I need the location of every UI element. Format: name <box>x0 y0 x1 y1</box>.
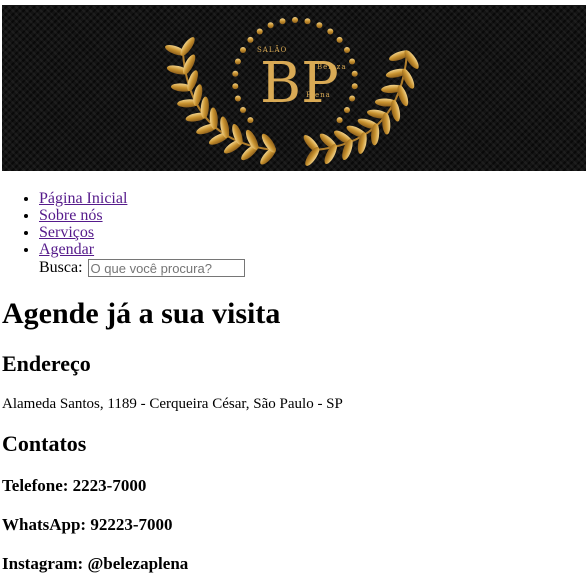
phone-contact: Telefone: 2223-7000 <box>2 476 147 495</box>
bead-dot <box>240 107 246 113</box>
nav-item-home: Página Inicial <box>39 190 127 207</box>
bead-dot <box>232 83 239 90</box>
main-navigation: Página Inicial Sobre nós Serviços Agenda… <box>0 190 127 258</box>
bead-dot <box>336 36 343 43</box>
nav-link-home[interactable]: Página Inicial <box>39 190 127 207</box>
bead-dot <box>351 70 358 77</box>
whatsapp-contact: WhatsApp: 92223-7000 <box>2 515 173 534</box>
logo-letters: BP <box>260 51 339 116</box>
bead-dot <box>327 28 334 35</box>
bead-dot <box>349 95 356 102</box>
bead-dot <box>240 47 246 53</box>
nav-item-schedule: Agendar <box>39 241 127 258</box>
bead-dot <box>292 17 298 23</box>
bead-dot <box>267 22 274 29</box>
bead-dot <box>336 117 343 124</box>
salon-logo: SALÃO BP Beleza Plena <box>165 17 419 166</box>
page-title: Agende já a sua visita <box>2 297 281 330</box>
nav-link-about[interactable]: Sobre nós <box>39 207 103 224</box>
header-banner: SALÃO BP Beleza Plena <box>2 5 586 171</box>
bead-dot <box>234 95 241 102</box>
nav-link-schedule[interactable]: Agendar <box>39 241 94 258</box>
nav-link-services[interactable]: Serviços <box>39 224 94 241</box>
bead-dot <box>247 36 254 43</box>
bead-dot <box>316 22 323 29</box>
address-heading: Endereço <box>2 351 91 376</box>
bead-dot <box>256 28 263 35</box>
bead-dot <box>344 107 350 113</box>
bead-dot <box>247 117 254 124</box>
nav-item-services: Serviços <box>39 224 127 241</box>
logo-side-text: Beleza <box>317 63 347 71</box>
search-bar: Busca: <box>39 259 245 277</box>
nav-item-about: Sobre nós <box>39 207 127 224</box>
logo-bottom-text: Plena <box>306 91 331 99</box>
address-text: Alameda Santos, 1189 - Cerqueira César, … <box>2 396 343 412</box>
bead-dot <box>304 18 311 25</box>
laurel-leaf <box>180 37 195 56</box>
bead-dot <box>279 18 286 25</box>
bead-dot <box>232 70 239 77</box>
search-label: Busca: <box>39 259 83 276</box>
search-input[interactable] <box>87 259 245 277</box>
bead-dot <box>234 58 241 65</box>
bead-dot <box>351 83 358 90</box>
instagram-contact: Instagram: @belezaplena <box>2 554 189 573</box>
bead-dot <box>349 58 356 65</box>
contacts-heading: Contatos <box>2 431 87 456</box>
bead-dot <box>344 47 350 53</box>
